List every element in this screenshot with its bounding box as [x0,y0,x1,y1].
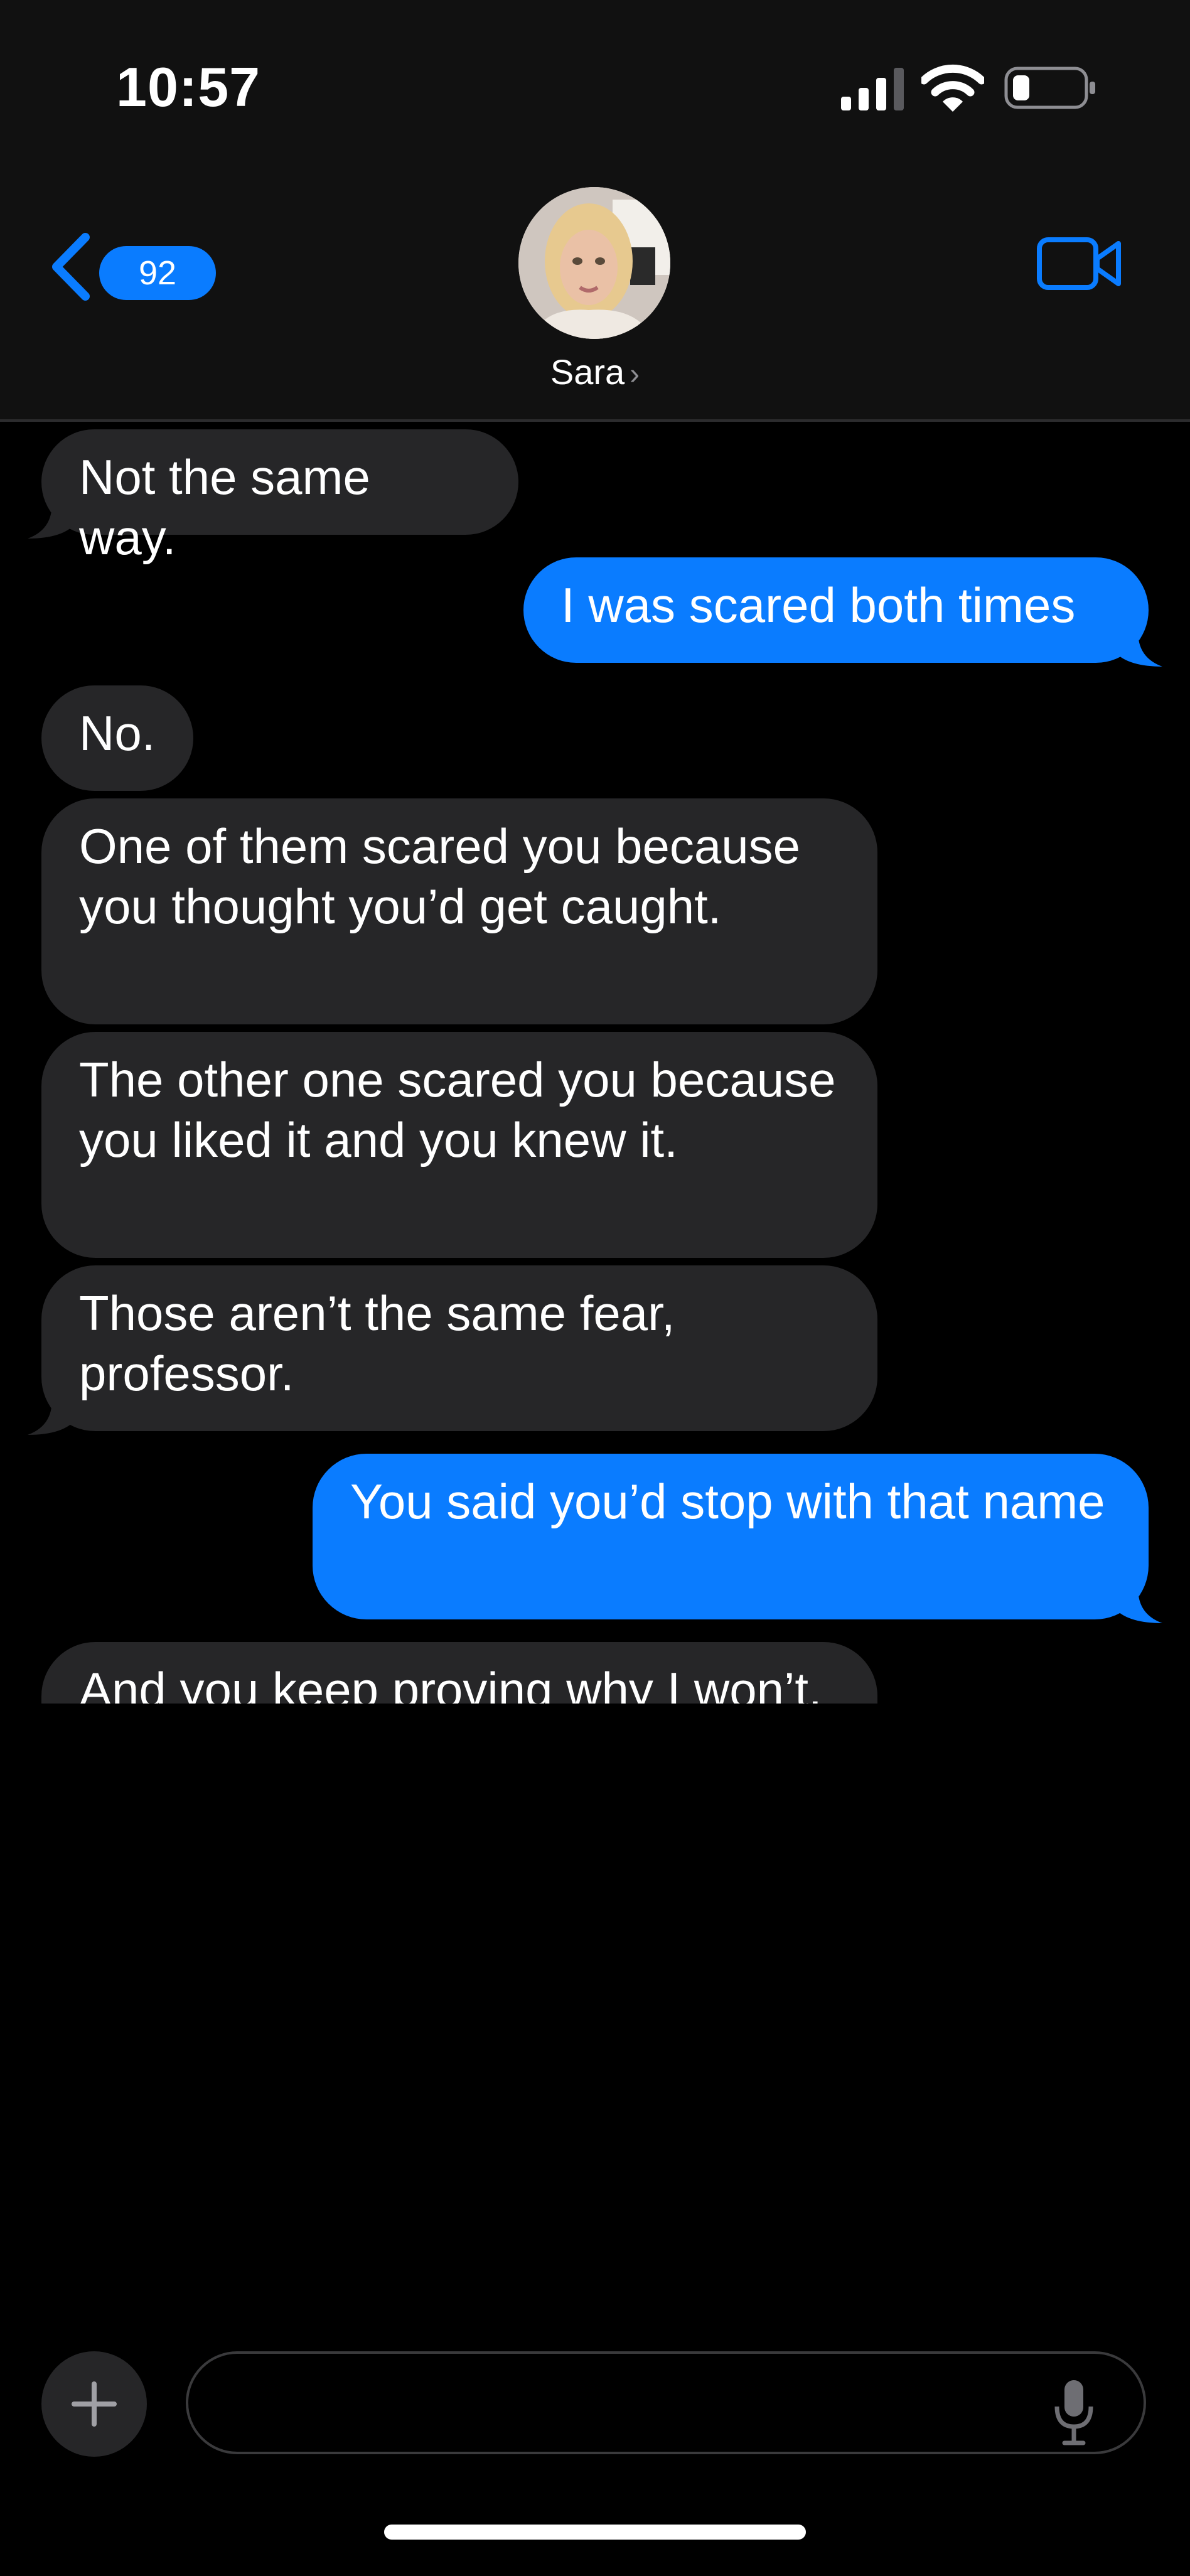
status-time: 10:57 [116,56,261,118]
unread-count-badge: 92 [99,246,216,300]
home-indicator[interactable] [384,2525,806,2540]
video-camera-icon[interactable] [1037,232,1122,295]
microphone-icon[interactable] [1052,2378,1096,2447]
plus-icon [72,2381,117,2427]
message-bubble-incoming[interactable]: Not the same way. [41,429,518,565]
apps-plus-button[interactable] [41,2351,147,2457]
cellular-signal-icon [841,68,904,110]
message-bubble-incoming[interactable]: One of them scared you because you thoug… [41,798,877,1024]
bubble-tail [28,497,77,539]
back-button[interactable]: 92 [49,226,216,308]
message-bubble-outgoing[interactable]: I was scared both times [523,557,1149,663]
bubble-tail [1113,1582,1162,1623]
chevron-right-icon: › [630,358,640,391]
conversation-header: 92 Sara › [0,163,1190,422]
contact-name-label: Sara [550,352,625,392]
status-bar: 10:57 [0,0,1190,163]
message-bubble-incoming[interactable]: Those aren’t the same fear, professor. [41,1265,877,1431]
chevron-left-icon [52,233,90,301]
wifi-icon [921,64,984,112]
bubble-tail [28,1393,77,1435]
message-bubble-incoming[interactable]: No. [41,685,193,791]
message-bubble-outgoing[interactable]: You said you’d stop with that name [313,1454,1149,1619]
message-thread[interactable]: Not the same way. I was scared both time… [0,422,1190,1704]
bubble-tail [1113,625,1162,667]
avatar-image [518,187,670,339]
message-bubble-incoming[interactable]: The other one scared you because you lik… [41,1032,877,1258]
message-bubble-incoming[interactable]: And you keep proving why I won’t. [41,1642,877,1704]
contact-avatar[interactable] [518,187,670,339]
message-input[interactable] [186,2351,1146,2454]
contact-name[interactable]: Sara › [0,352,1190,392]
message-composer [0,2331,1190,2576]
battery-icon [1004,67,1095,109]
